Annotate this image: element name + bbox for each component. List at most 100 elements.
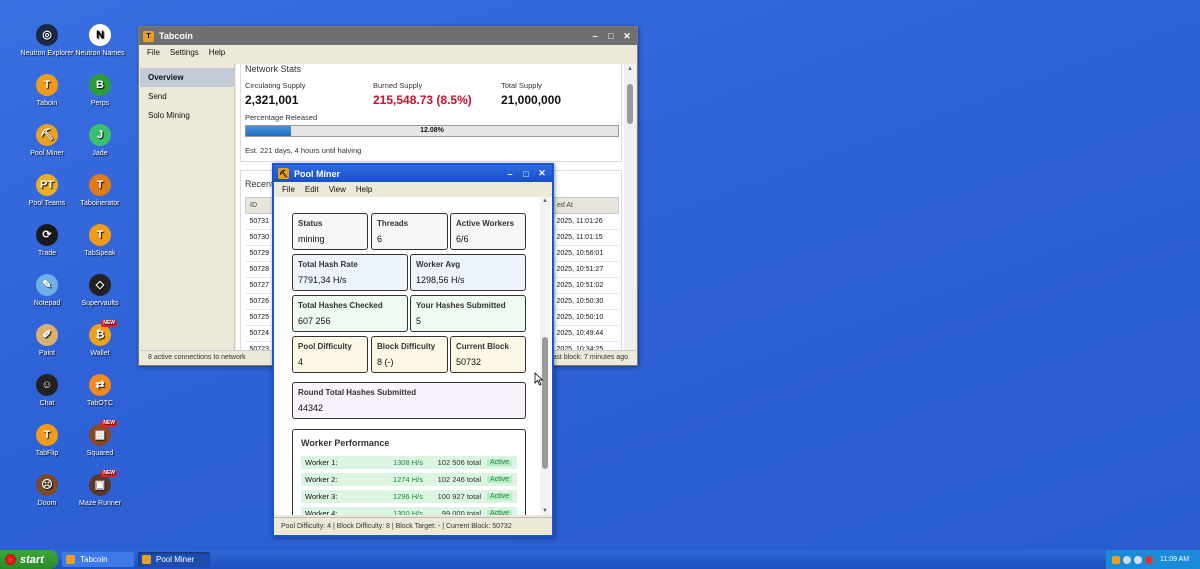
block-mined-at: 2025, 10:51:27 <box>552 261 619 278</box>
block-mined-at: 2025, 10:50:10 <box>552 309 619 326</box>
hashes-submitted-card: Your Hashes Submitted 5 <box>410 295 526 332</box>
start-button[interactable]: start <box>0 550 58 569</box>
desktop-icon-pool-miner[interactable]: ⛏ Pool Miner <box>17 124 77 158</box>
tabotc-icon: ⇄ <box>89 374 111 396</box>
block-difficulty-value: 8 (-) <box>377 357 394 367</box>
circulating-label: Circulating Supply <box>245 81 306 90</box>
taskbar-item-tabcoin[interactable]: Tabcoin <box>62 552 134 567</box>
network-stats-heading: Network Stats <box>245 64 302 74</box>
hash-rate-card: Total Hash Rate 7791,34 H/s <box>292 254 408 291</box>
menu-file[interactable]: File <box>142 48 165 57</box>
trade-icon: ⟳ <box>36 224 58 246</box>
desktop-icon-supervaults[interactable]: ◇ Supervaults <box>70 274 130 308</box>
desktop-icon-notepad[interactable]: ✎ Notepad <box>17 274 77 308</box>
pool-miner-scroll-thumb[interactable] <box>542 337 548 469</box>
desktop-icon-neutron-explorer[interactable]: ◎ Neutron Explorer <box>17 24 77 58</box>
worker-rate: 1274 H/s <box>392 475 423 484</box>
pool-miner-titlebar[interactable]: ⛏ Pool Miner – □ ✕ <box>274 165 552 182</box>
desktop-icon-paint[interactable]: ✐ Paint <box>17 324 77 358</box>
menu-edit[interactable]: Edit <box>300 185 324 194</box>
round-hashes-key: Round Total Hashes Submitted <box>298 388 417 397</box>
desktop-icon-taboin[interactable]: T Taboin <box>17 74 77 108</box>
neutron-explorer-icon: ◎ <box>36 24 58 46</box>
squared-icon: ▦ NEW <box>89 420 117 446</box>
desktop-icon-label: Pool Miner <box>30 150 64 157</box>
hashes-submitted-key: Your Hashes Submitted <box>416 301 506 310</box>
desktop-icon-wallet[interactable]: ₿ NEW Wallet <box>70 320 130 358</box>
desktop-icon-maze-runner[interactable]: ▣ NEW Maze Runner <box>70 470 130 508</box>
halving-text: Est. 221 days, 4 hours until halving <box>245 146 362 155</box>
scroll-up-icon[interactable]: ▲ <box>540 198 550 204</box>
sidebar-item-overview[interactable]: Overview <box>140 68 234 87</box>
menu-help[interactable]: Help <box>351 185 377 194</box>
desktop-icon-doom[interactable]: ☹ Doom <box>17 474 77 508</box>
desktop-icon-tabotc[interactable]: ⇄ TabOTC <box>70 374 130 408</box>
desktop-icon-label: Chat <box>39 400 55 407</box>
block-mined-at: 2025, 11:01:15 <box>552 229 619 246</box>
current-block-value: 50732 <box>456 357 482 367</box>
taskbar-item-pool-miner[interactable]: Pool Miner <box>138 552 210 567</box>
total-value: 21,000,000 <box>501 93 562 107</box>
close-icon[interactable]: ✕ <box>536 168 548 179</box>
tabcoin-sidebar: Overview Send Solo Mining <box>140 64 235 350</box>
menu-settings[interactable]: Settings <box>165 48 204 57</box>
desktop-icon-pool-teams[interactable]: PT Pool Teams <box>17 174 77 208</box>
menu-view[interactable]: View <box>324 185 351 194</box>
desktop-icon-chat[interactable]: ☺ Chat <box>17 374 77 408</box>
close-icon[interactable]: ✕ <box>621 31 633 42</box>
tabcoin-tray-icon[interactable] <box>1112 555 1120 564</box>
last-block-status: ast block: 7 minutes ago <box>552 354 629 361</box>
scroll-down-icon[interactable]: ▼ <box>540 508 550 514</box>
desktop-icon-label: Taboinerator <box>80 200 120 207</box>
menu-file[interactable]: File <box>277 185 300 194</box>
tabcoin-scroll-thumb[interactable] <box>627 84 633 124</box>
doom-icon: ☹ <box>36 474 58 496</box>
minimize-icon[interactable]: – <box>504 169 516 179</box>
volume-tray-icon[interactable] <box>1134 555 1142 564</box>
desktop-icon-label: TabFlip <box>35 450 59 457</box>
desktop-icon-jade[interactable]: J Jade <box>70 124 130 158</box>
sidebar-item-send[interactable]: Send <box>140 87 234 106</box>
start-label: start <box>20 553 44 566</box>
pool-difficulty-card: Pool Difficulty 4 <box>292 336 368 373</box>
worker-name: Worker 4: <box>305 509 338 515</box>
desktop-icon-neutron-names[interactable]: N Neutron Names <box>70 24 130 58</box>
pool-miner-task-icon <box>142 555 151 564</box>
block-mined-at: 2025, 11:01:26 <box>552 213 619 230</box>
menu-help[interactable]: Help <box>204 48 230 57</box>
block-mined-at: 2025, 10:56:01 <box>552 245 619 262</box>
desktop-icon-squared[interactable]: ▦ NEW Squared <box>70 420 130 458</box>
start-orb-icon <box>5 554 16 565</box>
worker-row: Worker 3: 1296 H/s 100 927 total Active <box>301 490 517 503</box>
mouse-cursor-icon <box>534 372 544 386</box>
col-mined-at[interactable]: ed At <box>552 197 619 214</box>
desktop-icon-perps[interactable]: B Perps <box>70 74 130 108</box>
desktop-icon-trade[interactable]: ⟳ Trade <box>17 224 77 258</box>
tabcoin-titlebar[interactable]: T Tabcoin – □ ✕ <box>139 27 637 45</box>
connections-status: 8 active connections to network <box>148 354 246 361</box>
desktop-icon-taboinerator[interactable]: T Taboinerator <box>70 174 130 208</box>
maximize-icon[interactable]: □ <box>605 31 617 41</box>
maximize-icon[interactable]: □ <box>520 169 532 179</box>
network-tray-icon[interactable] <box>1123 555 1131 564</box>
security-tray-icon[interactable] <box>1145 555 1153 564</box>
desktop-icon-label: Neutron Explorer <box>20 50 74 57</box>
tabspeak-icon: T <box>89 224 111 246</box>
worker-state-badge: Active <box>487 459 513 466</box>
minimize-icon[interactable]: – <box>589 31 601 41</box>
desktop-icon-tabflip[interactable]: T TabFlip <box>17 424 77 458</box>
taboinerator-icon: T <box>89 174 111 196</box>
threads-key: Threads <box>377 219 409 228</box>
desktop-icon-label: Jade <box>92 150 108 157</box>
pool-miner-app-icon: ⛏ <box>278 168 289 179</box>
desktop-icon-tabspeak[interactable]: T TabSpeak <box>70 224 130 258</box>
tabcoin-scrollbar[interactable]: ▲ <box>624 64 636 350</box>
pool-miner-statusbar: Pool Difficulty: 4 | Block Difficulty: 8… <box>274 517 552 535</box>
worker-row: Worker 1: 1308 H/s 102 506 total Active <box>301 456 517 469</box>
worker-avg-key: Worker Avg <box>416 260 461 269</box>
worker-total: 102 506 total <box>437 458 481 467</box>
desktop-icon-label: Notepad <box>33 300 61 307</box>
pool-miner-scrollbar[interactable]: ▲ ▼ <box>540 197 550 515</box>
sidebar-item-solo-mining[interactable]: Solo Mining <box>140 106 234 125</box>
desktop-icon-label: Wallet <box>90 350 110 357</box>
